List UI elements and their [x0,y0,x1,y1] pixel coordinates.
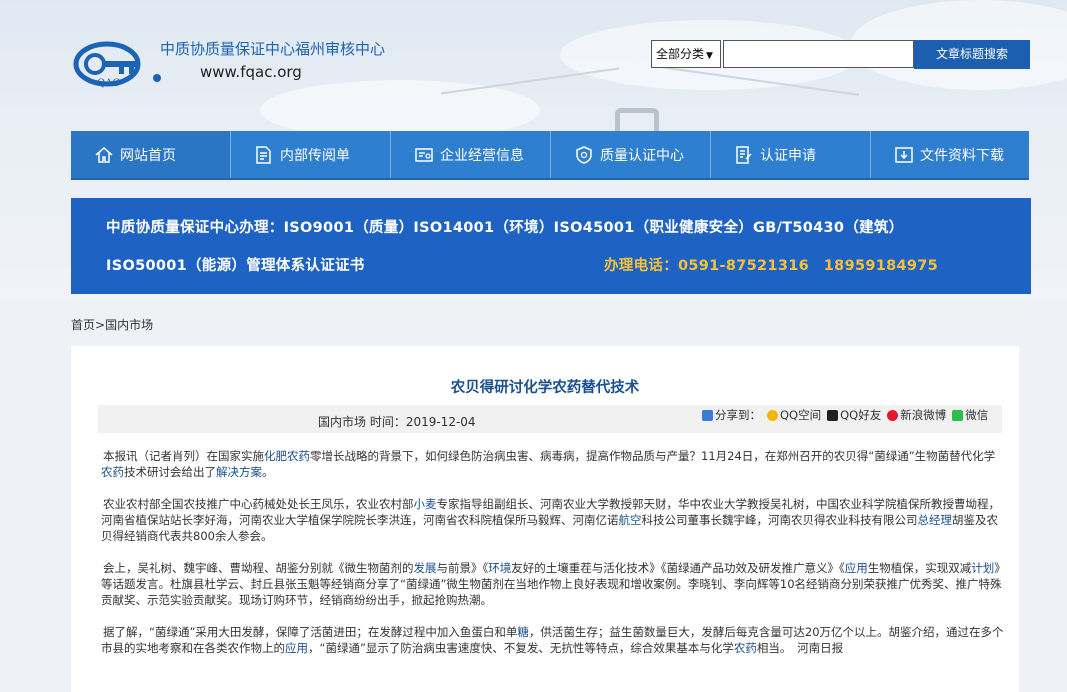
text: 据了解，“菌绿通”采用大田发酵，保障了活菌进田；在发酵过程中加入鱼蛋白和单 [103,625,518,639]
keyword-link[interactable]: 环境 [488,561,511,575]
share-label: 分享到： [715,408,761,422]
share-plus-icon[interactable] [702,409,713,421]
article-meta-bar: 国内市场 时间：2019-12-04 分享到： QQ空间 QQ好友 新浪微博 微… [98,405,1002,433]
article-paragraph: 据了解，“菌绿通”采用大田发酵，保障了活菌进田；在发酵过程中加入鱼蛋白和单糖，供… [101,624,1005,656]
nav-item-apply[interactable]: 认证申请 [711,131,871,178]
qq-icon[interactable] [827,409,839,421]
text: ，“菌绿通”显示了防治病虫害速度快、不复发、无抗性等特点，综合效果基本与化学 [308,641,734,655]
search-input[interactable] [723,40,914,68]
breadcrumb-current-link[interactable]: 国内市场 [105,318,153,332]
shield-icon [576,145,592,164]
logo-text: QAC [97,78,120,89]
breadcrumb: 首页>国内市场 [71,316,153,333]
nav-item-label: 网站首页 [120,147,176,164]
keyword-link[interactable]: 总经理 [918,513,953,527]
site-logo[interactable]: QAC 中质协质量保证中心福州审核中心 www.fqac.org [73,34,413,94]
nav-item-label: 认证申请 [760,147,816,164]
keyword-link[interactable]: 化肥 [264,449,287,463]
nav-item-circulation[interactable]: 内部传阅单 [231,131,391,178]
article-paragraph: 本报讯（记者肖列）在国家实施化肥农药零增长战略的背景下，如何绿色防治病虫害、病毒… [101,448,1005,480]
keyword-link[interactable]: 糖 [517,625,529,639]
qac-logo-icon: QAC [73,41,161,89]
banner-line-2: ISO50001（能源）管理体系认证证书 [106,258,365,274]
keyword-link[interactable]: 农药 [101,465,124,479]
search-button[interactable]: 文章标题搜索 [914,40,1030,69]
text: 友好的土壤重茬与活化技术》《菌绿通产品功效及研发推广意义》《 [511,561,845,575]
wechat-icon[interactable] [952,409,964,421]
banner-phone: 办理电话：0591-87521316 18959184975 [604,258,939,274]
certificate-icon [415,147,433,162]
share-wechat[interactable]: 微信 [965,407,988,423]
share-qq[interactable]: QQ好友 [840,407,881,423]
weibo-icon[interactable] [887,409,899,421]
keyword-link[interactable]: 计划 [971,561,994,575]
text: 会上，吴礼树、魏宇峰、曹坳程、胡鉴分别就《微生物菌剂的 [103,561,414,575]
bridge-cable-decoration [440,67,620,95]
org-title: 中质协质量保证中心福州审核中心 [160,40,386,58]
share-weibo[interactable]: 新浪微博 [900,407,946,423]
text: 零增长战略的背景下，如何绿色防治病虫害、病毒病，提高作物品质与产量？11月24日… [310,449,996,463]
download-icon [895,146,913,163]
keyword-link[interactable]: 小麦 [414,497,437,511]
document-icon [256,145,271,164]
nav-item-label: 质量认证中心 [600,147,684,164]
category-select-label: 全部分类 [656,47,705,61]
nav-item-home[interactable]: 网站首页 [71,131,231,178]
nav-item-business-info[interactable]: 企业经营信息 [391,131,551,178]
keyword-link[interactable]: 应用 [845,561,868,575]
breadcrumb-separator: > [95,318,106,332]
nav-item-downloads[interactable]: 文件资料下载 [871,131,1029,178]
article-paragraph: 会上，吴礼树、魏宇峰、曹坳程、胡鉴分别就《微生物菌剂的发展与前景》《环境友好的土… [101,560,1005,608]
breadcrumb-home-link[interactable]: 首页 [71,318,95,332]
main-nav: 网站首页 内部传阅单 企业经营信息 质量认证中心 认证申请 文件资料下载 [71,131,1029,180]
text: 技术研讨会给出了 [124,465,216,479]
text: 本报讯（记者肖列）在国家实施 [103,449,264,463]
keyword-link[interactable]: 航空 [619,513,642,527]
article-title: 农贝得研讨化学农药替代技术 [450,380,640,396]
text: 科技公司董事长魏宇峰，河南农贝得农业科技有限公司 [641,513,918,527]
keyword-link[interactable]: 农药 [287,449,310,463]
article-body: 本报讯（记者肖列）在国家实施化肥农药零增长战略的背景下，如何绿色防治病虫害、病毒… [101,448,1005,672]
text: 农业农村部全国农技推广中心药械处处长王凤乐，农业农村部 [103,497,414,511]
nav-item-label: 文件资料下载 [920,147,1004,164]
text: 生物植保，实现双减 [867,561,972,575]
nav-item-label: 内部传阅单 [280,147,350,164]
promo-banner[interactable]: 中质协质量保证中心办理：ISO9001（质量）ISO14001（环境）ISO45… [71,198,1031,294]
share-qzone[interactable]: QQ空间 [780,407,821,423]
text: 与前景》《 [436,561,489,575]
nav-item-certification-center[interactable]: 质量认证中心 [551,131,711,178]
share-bar: 分享到： QQ空间 QQ好友 新浪微博 微信 [702,407,988,423]
keyword-link[interactable]: 发展 [414,561,437,575]
chevron-down-icon: ▼ [706,51,713,61]
org-url: www.fqac.org [200,63,302,81]
keyword-link[interactable]: 解决方案 [216,465,262,479]
search-bar: 全部分类 ▼ 文章标题搜索 [651,40,1030,70]
keyword-link[interactable]: 应用 [285,641,308,655]
article-meta: 国内市场 时间：2019-12-04 [318,415,476,429]
qzone-icon[interactable] [767,409,778,421]
nav-item-label: 企业经营信息 [440,147,524,164]
article-panel: 农贝得研讨化学农药替代技术 国内市场 时间：2019-12-04 分享到： QQ… [71,346,1019,692]
banner-line-1: 中质协质量保证中心办理：ISO9001（质量）ISO14001（环境）ISO45… [106,220,904,236]
text: 相当。 河南日报 [756,641,844,655]
text: 。 [262,465,274,479]
home-icon [95,146,113,163]
category-select[interactable]: 全部分类 ▼ [651,40,721,68]
keyword-link[interactable]: 农药 [734,641,757,655]
article-paragraph: 农业农村部全国农技推广中心药械处处长王凤乐，农业农村部小麦专家指导组副组长、河南… [101,496,1005,544]
form-icon [736,145,752,164]
